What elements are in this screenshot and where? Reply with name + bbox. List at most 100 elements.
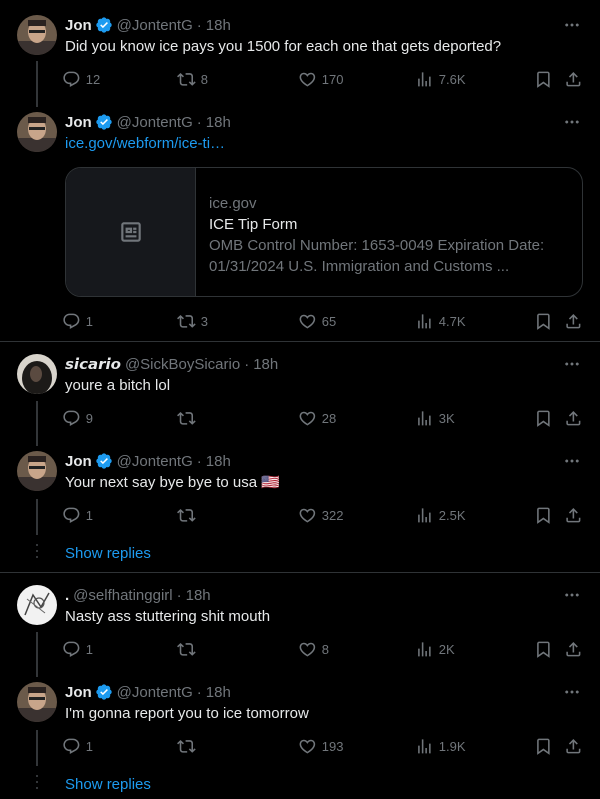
view-count: 3K <box>438 410 455 426</box>
share-button[interactable] <box>564 736 583 756</box>
share-button[interactable] <box>564 505 583 525</box>
retweet-button[interactable] <box>177 408 196 428</box>
views-button[interactable]: 1.9K <box>415 736 466 756</box>
bookmark-button[interactable] <box>534 408 553 428</box>
more-icon[interactable] <box>562 354 582 374</box>
avatar[interactable] <box>17 585 57 625</box>
avatar[interactable] <box>17 682 57 722</box>
more-icon[interactable] <box>562 682 582 702</box>
share-button[interactable] <box>564 639 583 659</box>
user-handle[interactable]: @JontentG <box>117 17 193 34</box>
timestamp[interactable]: 18h <box>253 356 278 373</box>
views-button[interactable]: 3K <box>415 408 455 428</box>
views-icon <box>415 312 434 331</box>
avatar[interactable] <box>17 451 57 491</box>
retweet-button[interactable] <box>177 639 196 659</box>
avatar[interactable] <box>17 354 57 394</box>
share-button[interactable] <box>564 311 583 331</box>
bookmark-icon <box>534 312 553 331</box>
display-name[interactable]: Jon <box>65 114 92 131</box>
separator: · <box>244 355 250 373</box>
views-button[interactable]: 2.5K <box>415 505 466 525</box>
display-name[interactable]: Jon <box>65 17 92 34</box>
user-handle[interactable]: @JontentG <box>117 453 193 470</box>
timestamp[interactable]: 18h <box>206 684 231 701</box>
reply-count: 1 <box>85 507 93 523</box>
like-button[interactable]: 28 <box>298 408 336 428</box>
like-count: 28 <box>321 410 337 426</box>
user-handle[interactable]: @JontentG <box>117 684 193 701</box>
display-name[interactable]: 𝙨𝙞𝙘𝙖𝙧𝙞𝙤 <box>65 355 121 373</box>
views-button[interactable]: 2K <box>415 639 455 659</box>
reply-count: 1 <box>85 641 93 657</box>
show-replies-link[interactable]: Show replies <box>65 776 151 793</box>
retweet-button[interactable] <box>177 505 196 525</box>
avatar[interactable] <box>17 15 57 55</box>
more-icon[interactable] <box>562 112 582 132</box>
card-title: ICE Tip Form <box>209 216 298 233</box>
avatar[interactable] <box>17 112 57 152</box>
reply-icon <box>62 640 81 659</box>
user-handle[interactable]: @JontentG <box>117 114 193 131</box>
like-button[interactable]: 65 <box>298 311 336 331</box>
like-button[interactable]: 8 <box>298 639 329 659</box>
display-name[interactable]: Jon <box>65 684 92 701</box>
retweet-button[interactable]: 8 <box>177 69 208 89</box>
bookmark-button[interactable] <box>534 639 553 659</box>
views-button[interactable]: 4.7K <box>415 311 466 331</box>
bookmark-button[interactable] <box>534 311 553 331</box>
reply-count: 9 <box>85 410 93 426</box>
display-name[interactable]: Jon <box>65 453 92 470</box>
reply-button[interactable]: 9 <box>62 408 93 428</box>
action-bar: 1 322 2.5K <box>62 505 582 525</box>
more-icon[interactable] <box>562 451 582 471</box>
tweet-link[interactable]: ice.gov/webform/ice-ti… <box>65 134 225 154</box>
thread-dots <box>36 544 38 562</box>
timestamp[interactable]: 18h <box>206 453 231 470</box>
card-thumbnail <box>66 168 196 296</box>
share-icon <box>564 506 583 525</box>
views-button[interactable]: 7.6K <box>415 69 466 89</box>
like-icon <box>298 409 317 428</box>
display-name[interactable]: . <box>65 587 69 604</box>
timestamp[interactable]: 18h <box>206 114 231 131</box>
bookmark-icon <box>534 737 553 756</box>
view-count: 2K <box>438 641 455 657</box>
retweet-icon <box>177 737 196 756</box>
like-button[interactable]: 170 <box>298 69 343 89</box>
bookmark-icon <box>534 409 553 428</box>
view-count: 2.5K <box>438 507 466 523</box>
tweet-text: Your next say bye bye to usa 🇺🇸 <box>65 474 280 491</box>
retweet-button[interactable] <box>177 736 196 756</box>
bookmark-button[interactable] <box>534 505 553 525</box>
like-button[interactable]: 322 <box>298 505 343 525</box>
bookmark-icon <box>534 506 553 525</box>
user-handle[interactable]: @selfhatinggirl <box>73 587 172 604</box>
reply-button[interactable]: 1 <box>62 736 93 756</box>
bookmark-button[interactable] <box>534 69 553 89</box>
bookmark-icon <box>534 640 553 659</box>
link-card[interactable]: ice.gov ICE Tip Form OMB Control Number:… <box>65 167 583 297</box>
more-icon[interactable] <box>562 15 582 35</box>
share-button[interactable] <box>564 69 583 89</box>
timestamp[interactable]: 18h <box>186 587 211 604</box>
article-icon <box>120 222 141 242</box>
user-handle[interactable]: @SickBoySicario <box>125 356 240 373</box>
retweet-button[interactable]: 3 <box>177 311 208 331</box>
share-button[interactable] <box>564 408 583 428</box>
bookmark-button[interactable] <box>534 736 553 756</box>
reply-icon <box>62 737 81 756</box>
reply-button[interactable]: 1 <box>62 311 93 331</box>
like-button[interactable]: 193 <box>298 736 343 756</box>
reply-button[interactable]: 12 <box>62 69 100 89</box>
reply-button[interactable]: 1 <box>62 639 93 659</box>
card-domain: ice.gov <box>209 195 257 212</box>
views-icon <box>415 409 434 428</box>
retweet-icon <box>177 312 196 331</box>
timestamp[interactable]: 18h <box>206 17 231 34</box>
show-replies-link[interactable]: Show replies <box>65 545 151 562</box>
more-icon[interactable] <box>562 585 582 605</box>
tweet-header: Jon @JontentG · 18h <box>65 112 231 132</box>
reply-button[interactable]: 1 <box>62 505 93 525</box>
view-count: 7.6K <box>438 71 466 87</box>
